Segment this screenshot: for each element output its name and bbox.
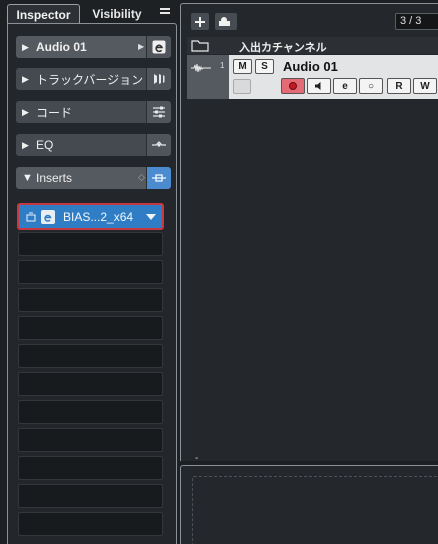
inserts-label: Inserts [36,171,73,185]
speaker-icon [315,82,321,90]
expand-arrow-icon: ▶ [22,41,29,52]
tab-visibility[interactable]: Visibility [84,4,150,24]
lane-toggle-button[interactable]: ○ [359,78,383,94]
track-list: 入出カチャンネル 1 M S Audio 01 e ○ R W [187,37,438,99]
track-number: 1 [220,61,225,70]
tab-inspector[interactable]: Inspector [7,4,80,24]
insert-slot-empty[interactable] [18,512,163,536]
folder-icon [191,40,209,52]
versions-icon [154,74,165,84]
solo-button[interactable]: S [255,59,274,74]
bypass-diamond-icon[interactable]: ◇ [138,172,145,183]
chord-settings-button[interactable] [147,101,171,123]
edit-channel-button[interactable] [147,36,171,58]
section-track-versions: ▶ トラックバージョン [16,68,171,90]
insert-slot-empty[interactable] [18,288,163,312]
insert-slot-empty[interactable] [18,428,163,452]
track-type-lane: 1 [187,55,229,99]
insert-slot-empty[interactable] [18,232,163,256]
track-list-panel: 3 / 3 入出カチャンネル 1 M S Audio 01 e ○ R W - [180,3,438,464]
section-chords: ▶ コード [16,101,171,123]
folder-track-name: 入出カチャンネル [239,42,327,54]
insert-slot-empty[interactable] [18,316,163,340]
insert-slot-1[interactable]: BIAS...2_x64 [17,203,164,230]
eq-curve-icon [152,141,166,147]
insert-routing-button[interactable] [147,167,171,189]
panel-tabs: Inspector Visibility [4,0,177,24]
insert-slot-empty[interactable] [18,400,163,424]
panel-menu-icon[interactable] [158,6,172,20]
plus-icon [195,16,205,27]
track-preset-icon [219,16,230,26]
track-versions-button[interactable] [147,68,171,90]
eq-label: EQ [36,138,54,152]
section-track-header[interactable]: ▶ Audio 01 [16,36,146,58]
track-counter: 3 / 3 [395,13,438,30]
track-row-audio[interactable]: 1 M S Audio 01 e ○ R W [187,55,438,99]
drop-zone[interactable] [192,476,438,544]
add-track-button[interactable] [191,13,209,30]
insert-slot-empty[interactable] [18,456,163,480]
mute-button[interactable]: M [233,59,252,74]
write-automation-button[interactable]: W [413,78,437,94]
audio-waveform-icon [191,63,211,73]
expand-arrow-icon: ▶ [22,139,29,150]
inspector-panel: Inspector Visibility ▶ Audio 01 ▶ ▶ トラック… [4,0,177,544]
edit-instrument-button[interactable]: e [333,78,357,94]
track-dropdown-arrow-icon[interactable]: ▶ [138,42,144,51]
expand-arrow-icon: ▶ [22,106,29,117]
record-enable-button[interactable] [281,78,305,94]
project-area: 3 / 3 入出カチャンネル 1 M S Audio 01 e ○ R W - [180,0,438,544]
section-inserts: ▼ Inserts ◇ [16,167,171,189]
section-chords-header[interactable]: ▶ コード [16,101,146,123]
track-versions-label: トラックバージョン [36,72,144,87]
read-automation-button[interactable]: R [387,78,411,94]
section-eq-header[interactable]: ▶ EQ [16,134,146,156]
section-eq: ▶ EQ [16,134,171,156]
track-color-swatch[interactable] [233,79,251,94]
insert-slot-empty[interactable] [18,484,163,508]
section-inserts-header[interactable]: ▼ Inserts [16,167,146,189]
insert-slot-empty[interactable] [18,260,163,284]
insert-plugin-name: BIAS...2_x64 [63,209,134,224]
section-track: ▶ Audio 01 ▶ [16,36,171,58]
plugin-edit-icon[interactable] [41,209,55,224]
insert-slot-empty[interactable] [18,344,163,368]
chords-label: コード [36,105,73,120]
insert-slot-empty[interactable] [18,372,163,396]
monitor-button[interactable] [307,78,331,94]
chevron-down-icon[interactable] [146,213,156,220]
cubase-window: Inspector Visibility ▶ Audio 01 ▶ ▶ トラック… [0,0,438,544]
power-icon[interactable] [25,211,37,223]
eq-bypass-button[interactable] [147,134,171,156]
edit-e-icon [152,40,166,54]
track-row-folder[interactable]: 入出カチャンネル [187,37,438,54]
track-name-label: Audio 01 [36,40,87,54]
audio-track-name[interactable]: Audio 01 [283,59,338,74]
record-dot-icon [289,82,297,90]
track-controls: M S Audio 01 e ○ R W [229,55,438,99]
track-list-footer-marker: - [195,453,199,464]
insert-routing-icon [152,174,166,182]
add-track-from-preset-button[interactable] [215,13,237,30]
lower-zone-panel [180,465,438,544]
expand-arrow-icon: ▶ [22,73,29,84]
section-track-versions-header[interactable]: ▶ トラックバージョン [16,68,146,90]
collapse-arrow-icon: ▼ [22,172,33,184]
insert-slot-list [18,232,163,540]
chord-settings-icon [153,106,165,118]
